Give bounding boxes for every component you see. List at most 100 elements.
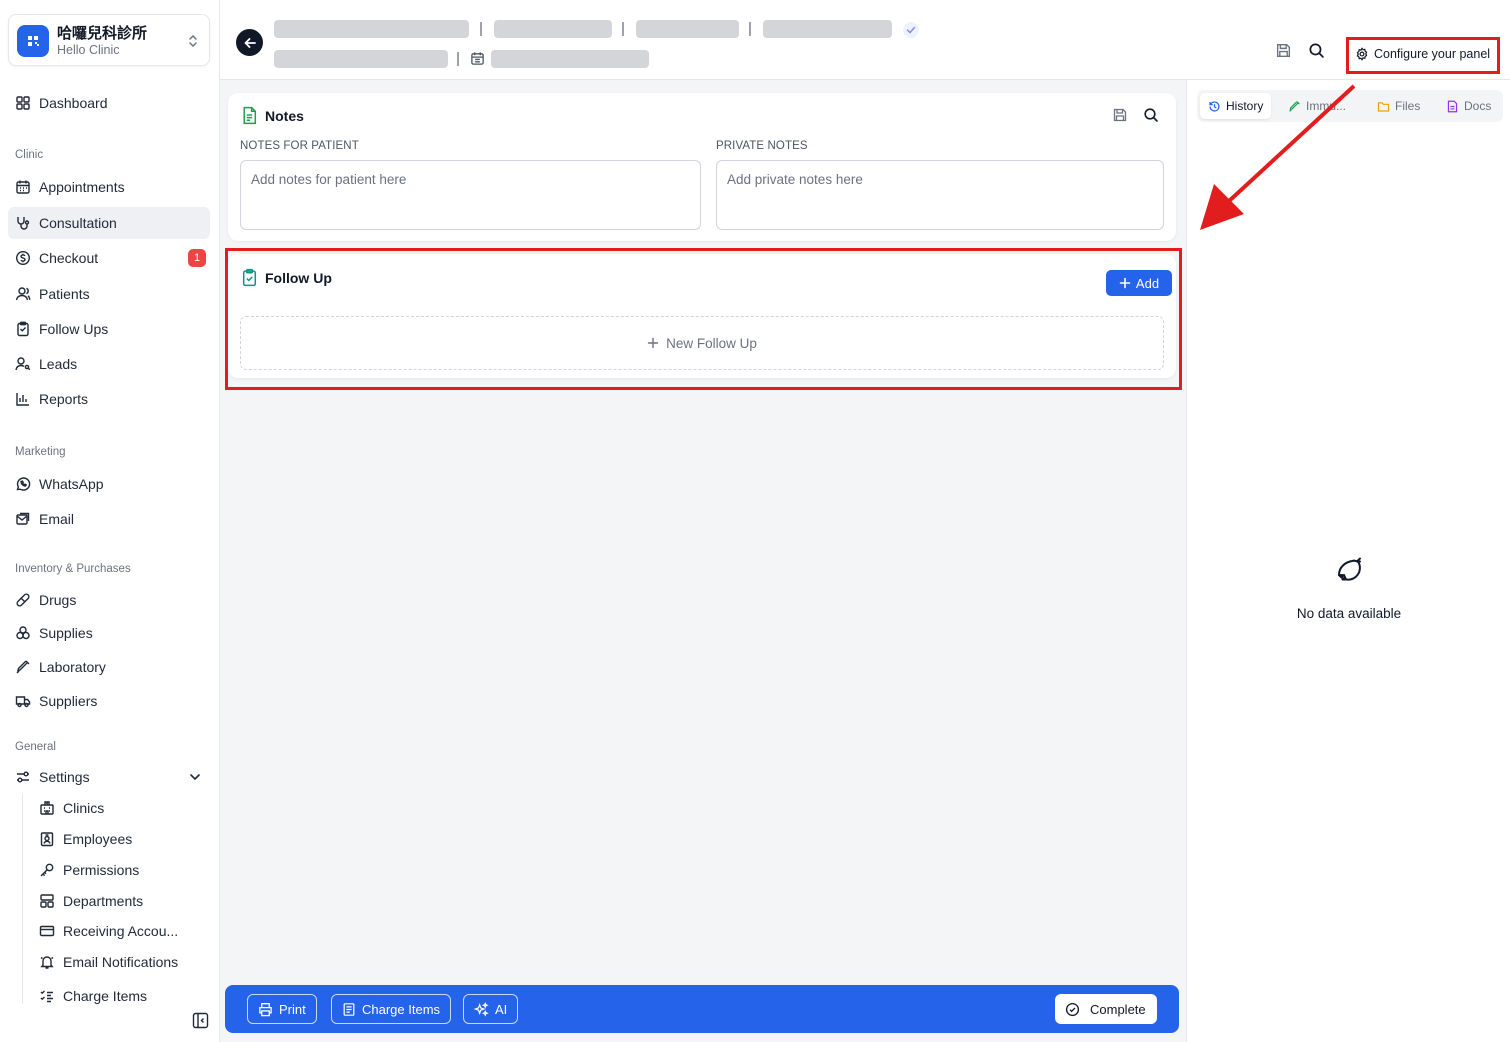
right-panel: History Immu... Files Docs No data avail… <box>1186 80 1510 1042</box>
nav-appointments-label: Appointments <box>39 179 125 195</box>
nav-settings[interactable]: Settings <box>8 761 210 793</box>
nav-patients-label: Patients <box>39 286 90 302</box>
nav-consultation[interactable]: Consultation <box>8 207 210 239</box>
tab-history-label: History <box>1226 99 1264 113</box>
nav-charge-items[interactable]: Charge Items <box>32 981 210 1011</box>
truck-icon <box>15 693 31 709</box>
ai-button[interactable]: AI <box>463 994 519 1024</box>
configure-panel-label: Configure your panel <box>1374 47 1491 61</box>
sliders-icon <box>15 769 31 785</box>
nav-whatsapp[interactable]: WhatsApp <box>8 468 210 500</box>
notes-card: Notes Notes for patient Private notes <box>228 93 1176 241</box>
nav-follow-ups[interactable]: Follow Ups <box>8 313 210 345</box>
new-follow-up-label: New Follow Up <box>666 335 757 351</box>
save-icon[interactable] <box>1275 42 1292 59</box>
tab-docs-label: Docs <box>1464 99 1492 113</box>
tab-immunizations[interactable]: Immu... <box>1280 93 1354 119</box>
tab-docs[interactable]: Docs <box>1438 93 1499 119</box>
redacted-patient-info <box>763 20 892 38</box>
nav-email-notifications[interactable]: Email Notifications <box>32 947 210 977</box>
nav-charge-items-label: Charge Items <box>63 988 148 1004</box>
clinic-subtitle: Hello Clinic <box>57 43 120 57</box>
nav-supplies[interactable]: Supplies <box>8 617 210 649</box>
nav-receiving-accounts-label: Receiving Accou... <box>63 923 179 939</box>
nav-email-label: Email <box>39 511 75 527</box>
plus-icon <box>1119 277 1131 289</box>
list-checks-icon <box>39 988 55 1004</box>
nav-clinics-label: Clinics <box>63 800 105 816</box>
charge-items-label: Charge Items <box>362 1001 441 1017</box>
nav-follow-ups-label: Follow Ups <box>39 321 109 337</box>
verified-badge-icon <box>901 20 921 40</box>
notes-for-patient-input[interactable] <box>240 160 701 230</box>
page-header: Configure your panel <box>220 0 1510 80</box>
sidebar-collapse-icon[interactable] <box>192 1012 209 1029</box>
new-follow-up-button[interactable]: New Follow Up <box>240 316 1164 370</box>
user-key-icon <box>15 356 31 372</box>
nav-appointments[interactable]: Appointments <box>8 171 210 203</box>
tab-history[interactable]: History <box>1200 93 1272 119</box>
nav-checkout-label: Checkout <box>39 250 99 266</box>
credit-card-icon <box>39 923 55 939</box>
nav-drugs[interactable]: Drugs <box>8 584 210 616</box>
clipboard-check-icon <box>241 268 258 287</box>
clinic-logo-icon <box>17 25 49 57</box>
nav-clinics[interactable]: Clinics <box>32 793 210 823</box>
section-inventory: Inventory & Purchases <box>15 563 131 575</box>
nav-leads-label: Leads <box>39 356 78 372</box>
tab-files[interactable]: Files <box>1369 93 1428 119</box>
redacted-visit-date <box>491 50 649 68</box>
action-bar: Print Charge Items AI Complete <box>225 985 1179 1033</box>
nav-consultation-label: Consultation <box>39 215 117 231</box>
clinic-switcher[interactable]: 哈囉兒科診所 Hello Clinic <box>8 14 210 66</box>
nav-dashboard-label: Dashboard <box>39 95 108 111</box>
notes-for-patient-label: Notes for patient <box>240 140 359 152</box>
section-marketing: Marketing <box>15 446 66 458</box>
check-circle-icon <box>1065 1002 1080 1017</box>
charge-items-button[interactable]: Charge Items <box>331 994 452 1024</box>
dollar-circle-icon <box>15 250 31 266</box>
nav-laboratory[interactable]: Laboratory <box>8 651 210 683</box>
key-icon <box>39 862 55 878</box>
layout-icon <box>39 893 55 909</box>
panel-tabs: History Immu... Files Docs <box>1197 90 1503 122</box>
whatsapp-icon <box>15 476 31 492</box>
complete-button[interactable]: Complete <box>1055 994 1157 1024</box>
nav-supplies-label: Supplies <box>39 625 93 641</box>
file-text-icon <box>241 106 258 125</box>
nav-leads[interactable]: Leads <box>8 348 210 380</box>
nav-whatsapp-label: WhatsApp <box>39 476 104 492</box>
nav-reports[interactable]: Reports <box>8 383 210 415</box>
search-icon[interactable] <box>1308 42 1325 59</box>
sparkles-icon <box>474 1001 489 1017</box>
nav-permissions[interactable]: Permissions <box>32 855 210 885</box>
bell-icon <box>39 954 55 970</box>
nav-departments[interactable]: Departments <box>32 886 210 916</box>
divider <box>480 22 482 36</box>
user-icon <box>15 286 31 302</box>
nav-receiving-accounts[interactable]: Receiving Accou... <box>32 916 210 946</box>
nav-suppliers[interactable]: Suppliers <box>8 685 210 717</box>
syringe-icon <box>15 659 31 675</box>
print-button[interactable]: Print <box>247 994 317 1024</box>
nav-email-notifications-label: Email Notifications <box>63 954 179 970</box>
id-badge-icon <box>39 831 55 847</box>
follow-up-title: Follow Up <box>265 270 332 286</box>
divider <box>622 22 624 36</box>
configure-panel-button[interactable]: Configure your panel <box>1348 37 1498 71</box>
nav-checkout[interactable]: Checkout 1 <box>8 242 210 274</box>
nav-patients[interactable]: Patients <box>8 278 210 310</box>
receipt-icon <box>342 1002 356 1017</box>
search-icon[interactable] <box>1143 107 1159 123</box>
nav-email[interactable]: Email <box>8 503 210 535</box>
private-notes-input[interactable] <box>716 160 1164 230</box>
nav-employees[interactable]: Employees <box>32 824 210 854</box>
mail-icon <box>15 511 31 527</box>
add-follow-up-button[interactable]: Add <box>1106 270 1172 296</box>
clinic-name: 哈囉兒科診所 <box>57 24 148 42</box>
back-button[interactable] <box>236 29 263 56</box>
nav-dashboard[interactable]: Dashboard <box>8 87 210 119</box>
complete-label: Complete <box>1090 1001 1146 1017</box>
save-icon[interactable] <box>1112 107 1128 123</box>
nav-departments-label: Departments <box>63 893 144 909</box>
